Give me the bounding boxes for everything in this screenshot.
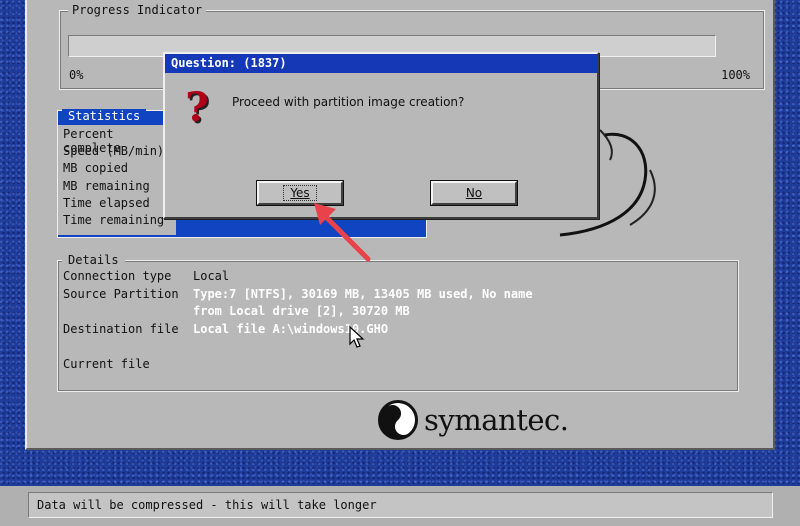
annotation-arrow-icon <box>314 203 371 262</box>
dialog-title-bar: Question: (1837) <box>165 54 597 73</box>
progress-min-label: 0% <box>69 68 84 82</box>
symantec-logo-icon <box>378 400 418 440</box>
progress-indicator-title: Progress Indicator <box>68 3 207 17</box>
dialog-message: Proceed with partition image creation? <box>232 95 465 109</box>
progress-max-label: 100% <box>721 68 750 82</box>
destination-file-label: Destination file <box>63 322 179 336</box>
source-partition-label: Source Partition <box>63 287 179 301</box>
status-bar: Data will be compressed - this will take… <box>28 492 773 518</box>
symantec-logo-text: symantec. <box>424 403 569 437</box>
svg-text:?: ? <box>185 87 208 129</box>
connection-type-label: Connection type <box>63 269 172 283</box>
stat-speed: Speed (MB/min) <box>63 144 165 158</box>
statistics-labels-panel: Percent complete Speed (MB/min) MB copie… <box>58 125 176 235</box>
stat-time-remaining: Time remaining <box>63 213 165 227</box>
source-partition-line2: from Local drive [2], 30720 MB <box>193 304 410 318</box>
current-file-label: Current file <box>63 357 150 371</box>
details-title: Details <box>62 253 125 267</box>
statistics-title: Statistics <box>62 109 147 123</box>
symantec-logo: symantec. <box>378 400 569 440</box>
stat-mb-copied: MB copied <box>63 161 129 175</box>
question-mark-icon: ? ? <box>185 87 210 129</box>
connection-type-value: Local <box>193 269 230 283</box>
no-button[interactable]: No <box>430 180 518 206</box>
stat-mb-remaining: MB remaining <box>63 179 150 193</box>
no-button-label: No <box>465 186 483 200</box>
details-group: Details Connection type Local Source Par… <box>57 253 739 392</box>
source-partition-line1: Type:7 [NTFS], 30169 MB, 13405 MB used, … <box>193 287 533 301</box>
question-dialog: Question: (1837) ? ? Proceed with partit… <box>163 52 599 219</box>
mouse-cursor-icon <box>349 325 365 348</box>
stat-time-elapsed: Time elapsed <box>63 196 150 210</box>
